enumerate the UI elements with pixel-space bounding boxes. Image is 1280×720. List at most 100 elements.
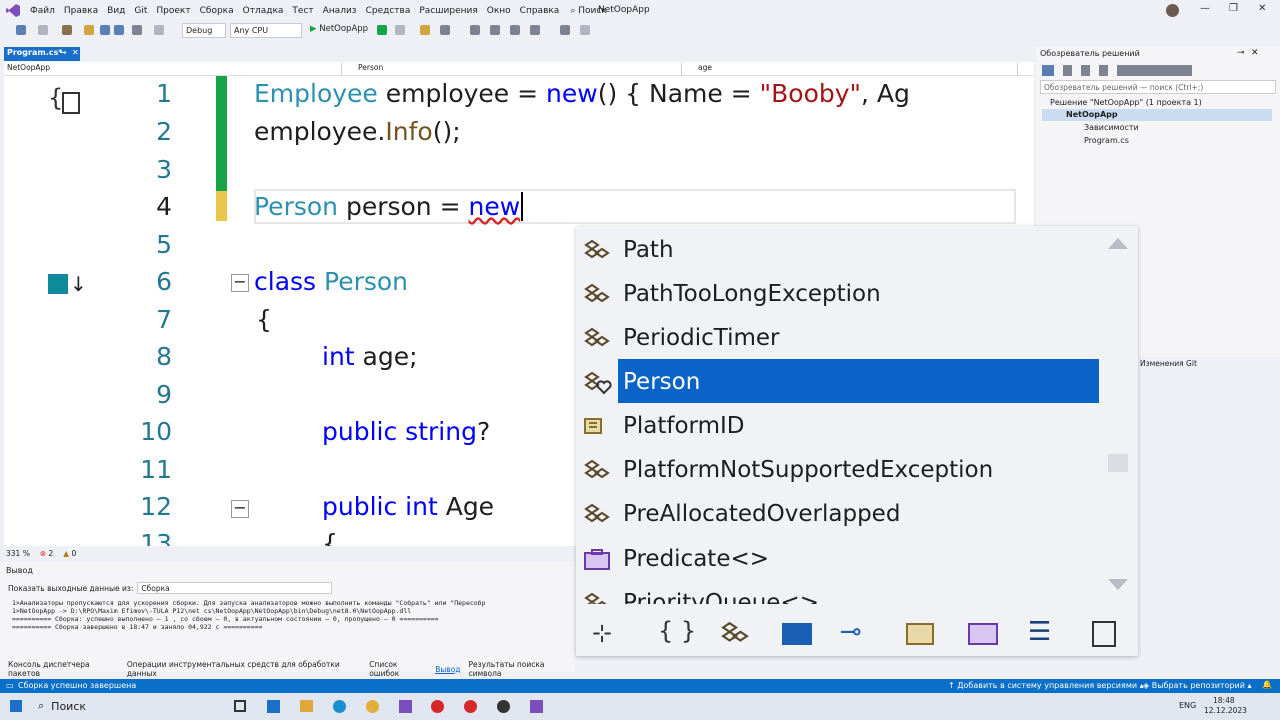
tab-error-list[interactable]: Список ошибок bbox=[369, 660, 427, 678]
tree-project-row[interactable]: NetOopApp bbox=[1042, 109, 1272, 121]
tab-package-console[interactable]: Консоль диспетчера пакетов bbox=[8, 660, 119, 678]
git-changes-tab[interactable]: Изменения Git bbox=[1140, 359, 1197, 368]
struct-filter-icon[interactable] bbox=[782, 623, 812, 645]
menu-tools[interactable]: Средства bbox=[366, 6, 420, 16]
completion-item[interactable]: PlatformID bbox=[576, 405, 1116, 449]
forward-icon[interactable] bbox=[38, 25, 48, 35]
folder-icon[interactable] bbox=[420, 25, 430, 35]
completion-item-selected[interactable]: Person bbox=[576, 361, 1116, 405]
menu-window[interactable]: Окно bbox=[487, 6, 520, 16]
format-icon[interactable] bbox=[440, 25, 450, 35]
tab-output[interactable]: Вывод bbox=[435, 665, 460, 674]
notifications-icon[interactable]: 🔔 bbox=[1262, 680, 1272, 689]
undo-icon[interactable] bbox=[132, 25, 142, 35]
scroll-up-icon[interactable] bbox=[1108, 238, 1128, 249]
solution-toolbar[interactable] bbox=[1042, 65, 1192, 76]
store-icon[interactable] bbox=[267, 700, 280, 713]
tab-program-cs[interactable]: Program.cs* ⊸ ✕ bbox=[4, 47, 80, 61]
pin-icon[interactable]: ⊸ bbox=[60, 48, 67, 57]
indent-icon[interactable] bbox=[510, 25, 520, 35]
error-count-badge[interactable]: ⊗ 2 bbox=[40, 549, 53, 558]
bookmark-icon[interactable] bbox=[560, 25, 570, 35]
tab-data-tools[interactable]: Операции инструментальных средств для об… bbox=[127, 660, 361, 678]
nav-project[interactable]: NetOopApp bbox=[4, 63, 342, 75]
tree-program-cs[interactable]: Program.cs bbox=[1084, 136, 1129, 145]
taskbar-search[interactable]: ⌕ Поиск bbox=[38, 699, 86, 713]
expand-filter-icon[interactable]: ⊹ bbox=[592, 619, 612, 647]
menu-analyze[interactable]: Анализ bbox=[323, 6, 366, 16]
quick-action-icon[interactable] bbox=[62, 92, 80, 114]
maximize-icon[interactable]: ❐ bbox=[1229, 3, 1238, 14]
outdent-icon[interactable] bbox=[530, 25, 540, 35]
uncomment-icon[interactable] bbox=[490, 25, 500, 35]
run-button[interactable]: ▶ NetOopApp bbox=[310, 24, 368, 34]
zoom-level[interactable]: 331 % bbox=[6, 549, 30, 558]
save-all-icon[interactable] bbox=[114, 25, 124, 35]
back-icon[interactable] bbox=[16, 25, 26, 35]
close-icon[interactable]: ✕ bbox=[1251, 48, 1259, 58]
avatar[interactable] bbox=[1166, 4, 1179, 17]
menu-edit[interactable]: Правка bbox=[64, 6, 107, 16]
completion-item[interactable]: PreAllocatedOverlapped bbox=[576, 493, 1116, 537]
chrome-icon[interactable] bbox=[366, 700, 379, 713]
class-filter-icon[interactable] bbox=[718, 621, 752, 647]
pin-icon[interactable]: ⊸ bbox=[1237, 48, 1245, 58]
tree-solution[interactable]: Решение "NetOopApp" (1 проекта 1) bbox=[1050, 98, 1202, 107]
snippet-filter-icon[interactable]: ☰ bbox=[1028, 617, 1051, 647]
visual-studio-icon[interactable] bbox=[399, 700, 412, 713]
menu-help[interactable]: Справка bbox=[520, 6, 569, 16]
enum-filter-icon[interactable] bbox=[906, 623, 934, 645]
visual-studio-active-icon[interactable] bbox=[530, 700, 543, 713]
completion-item[interactable]: PeriodicTimer bbox=[576, 317, 1116, 361]
namespace-filter-icon[interactable]: { } bbox=[658, 617, 696, 645]
run-without-debug-icon[interactable] bbox=[377, 25, 387, 35]
completion-item[interactable]: PlatformNotSupportedException bbox=[576, 449, 1116, 493]
redo-icon[interactable] bbox=[154, 25, 164, 35]
close-icon[interactable]: ✕ bbox=[1258, 3, 1266, 14]
output-source-select[interactable]: Сборка bbox=[137, 582, 333, 594]
menu-project[interactable]: Проект bbox=[156, 6, 199, 16]
warning-count-badge[interactable]: ▲ 0 bbox=[63, 549, 76, 558]
menu-test[interactable]: Тест bbox=[292, 6, 322, 16]
scroll-down-icon[interactable] bbox=[1108, 579, 1128, 590]
solution-search-input[interactable]: Обозреватель решений — поиск (Ctrl+;) bbox=[1040, 80, 1276, 94]
clock-date[interactable]: 12.12.2023 bbox=[1204, 706, 1247, 715]
completion-item[interactable]: Predicate<> bbox=[576, 538, 1116, 582]
add-to-vcs-button[interactable]: ↑ Добавить в систему управления версиями… bbox=[948, 681, 1144, 690]
save-icon[interactable] bbox=[100, 25, 110, 35]
refresh-icon[interactable] bbox=[395, 25, 405, 35]
delegate-filter-icon[interactable] bbox=[968, 623, 998, 645]
tab-close-icon[interactable]: ✕ bbox=[72, 48, 79, 57]
windows-start-icon[interactable] bbox=[10, 700, 22, 712]
minimize-icon[interactable]: — bbox=[1200, 3, 1210, 14]
edge-icon[interactable] bbox=[333, 700, 346, 713]
menu-git[interactable]: Git bbox=[134, 6, 156, 16]
bookmark-next-icon[interactable] bbox=[580, 25, 590, 35]
explorer-icon[interactable] bbox=[300, 700, 313, 712]
target-typed-filter-icon[interactable] bbox=[1092, 621, 1116, 647]
select-repo-button[interactable]: ◈ Выбрать репозиторий ▴ bbox=[1143, 681, 1252, 690]
comment-icon[interactable] bbox=[470, 25, 480, 35]
menu-file[interactable]: Файл bbox=[30, 6, 64, 16]
yandex-browser-icon[interactable] bbox=[464, 700, 477, 713]
interface-filter-icon[interactable]: ⊸ bbox=[840, 617, 862, 647]
nav-member[interactable]: age bbox=[684, 63, 1018, 75]
new-item-icon[interactable] bbox=[62, 25, 72, 35]
collapse-class-icon[interactable]: − bbox=[231, 274, 249, 292]
obs-icon[interactable] bbox=[497, 700, 510, 713]
tab-symbol-results[interactable]: Результаты поиска символа bbox=[468, 660, 575, 678]
menu-build[interactable]: Сборка bbox=[200, 6, 243, 16]
completion-item[interactable]: Path bbox=[576, 229, 1116, 273]
open-icon[interactable] bbox=[84, 25, 94, 35]
menu-debug[interactable]: Отладка bbox=[243, 6, 293, 16]
platform-select[interactable]: Any CPU bbox=[230, 23, 302, 38]
yandex-icon[interactable] bbox=[431, 700, 444, 713]
menu-extensions[interactable]: Расширения bbox=[419, 6, 486, 16]
menu-view[interactable]: Вид bbox=[107, 6, 134, 16]
completion-item[interactable]: PathTooLongException bbox=[576, 273, 1116, 317]
config-select[interactable]: Debug bbox=[182, 23, 226, 38]
keyboard-language[interactable]: ENG bbox=[1179, 701, 1196, 710]
tree-dependencies[interactable]: Зависимости bbox=[1084, 123, 1139, 132]
nav-type[interactable]: Person bbox=[344, 63, 682, 75]
clock-time[interactable]: 18:48 bbox=[1213, 696, 1235, 705]
